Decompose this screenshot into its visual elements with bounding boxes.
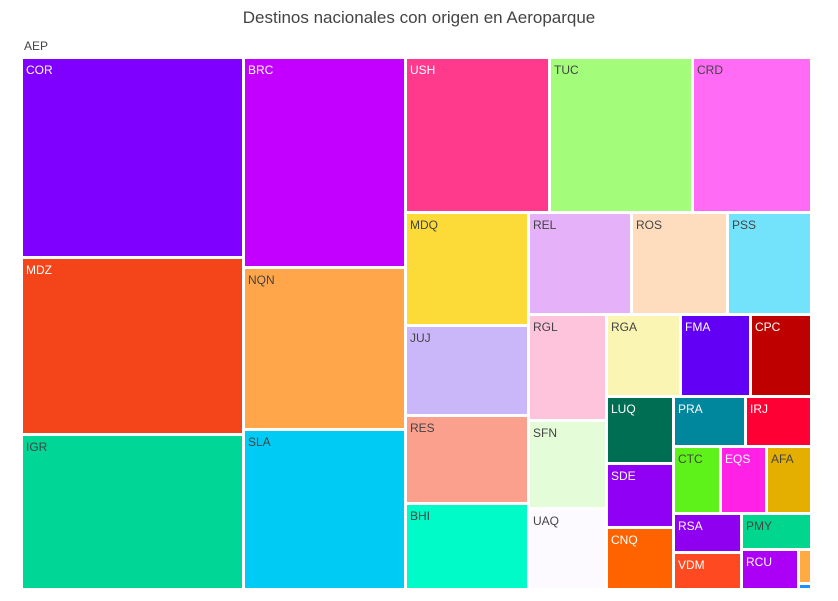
treemap-tile-label: NQN (248, 273, 275, 287)
treemap-tile-label: AFA (771, 452, 794, 466)
treemap-tile-label: MDZ (26, 263, 52, 277)
treemap-tile-label: MDQ (410, 218, 438, 232)
treemap-tile-label: RES (410, 421, 435, 435)
treemap-tile-crd[interactable] (694, 59, 810, 211)
treemap-tile-label: UAQ (533, 514, 559, 528)
treemap-tile-label: LUQ (611, 402, 636, 416)
treemap-tile-label: FMA (685, 320, 710, 334)
treemap-tile-label: SFN (533, 426, 557, 440)
treemap-tile-label: BRC (248, 63, 274, 77)
treemap-tile-label: EQS (725, 452, 750, 466)
treemap-tile-label: VDM (678, 558, 705, 572)
treemap-tile-label: BHI (410, 509, 430, 523)
treemap-tile-label: RGA (611, 320, 637, 334)
treemap-tile-label: SDE (611, 469, 636, 483)
treemap-tile-label: TUC (554, 63, 579, 77)
treemap-tile-nqn[interactable] (245, 269, 404, 428)
treemap-tile-label: RSA (678, 519, 703, 533)
treemap-tile-brc[interactable] (245, 59, 404, 266)
treemap-tile-label: ROS (636, 218, 662, 232)
treemap-tile-label: USH (410, 63, 435, 77)
treemap-tile-label: IRJ (750, 402, 768, 416)
treemap-tile-label: REL (533, 218, 557, 232)
treemap-tile-tuc[interactable] (551, 59, 691, 211)
treemap-tile-cor[interactable] (23, 59, 242, 256)
treemap-tile-ush[interactable] (407, 59, 548, 211)
treemap-tile-label: CPC (755, 320, 781, 334)
treemap-tile-label: PMY (746, 519, 772, 533)
treemap-tile-label: RCU (746, 555, 772, 569)
treemap-tile-label: SLA (248, 435, 271, 449)
treemap-tile-label: PSS (732, 218, 756, 232)
treemap-tile-label: CTC (678, 452, 703, 466)
treemap-tile-label: CRD (697, 63, 723, 77)
treemap-tile-mdz[interactable] (23, 259, 242, 433)
treemap-tile-label: IGR (26, 440, 48, 454)
treemap-tile-label: JUJ (410, 331, 431, 345)
treemap-tile-sla[interactable] (245, 431, 404, 588)
treemap-tile-igr[interactable] (23, 436, 242, 588)
treemap-tile-label: COR (26, 63, 53, 77)
treemap-tile-unlabeled-34[interactable] (800, 551, 810, 582)
treemap-tile-label: PRA (678, 402, 703, 416)
treemap-chart: COR MDZ IGR BRC NQN SLA USH TUC CRD MDQ JUJ RES BHI R… (23, 59, 810, 588)
treemap-tile-unlabeled-35[interactable] (800, 585, 810, 588)
treemap-tile-label: CNQ (611, 533, 638, 547)
treemap-tile-label: RGL (533, 320, 558, 334)
